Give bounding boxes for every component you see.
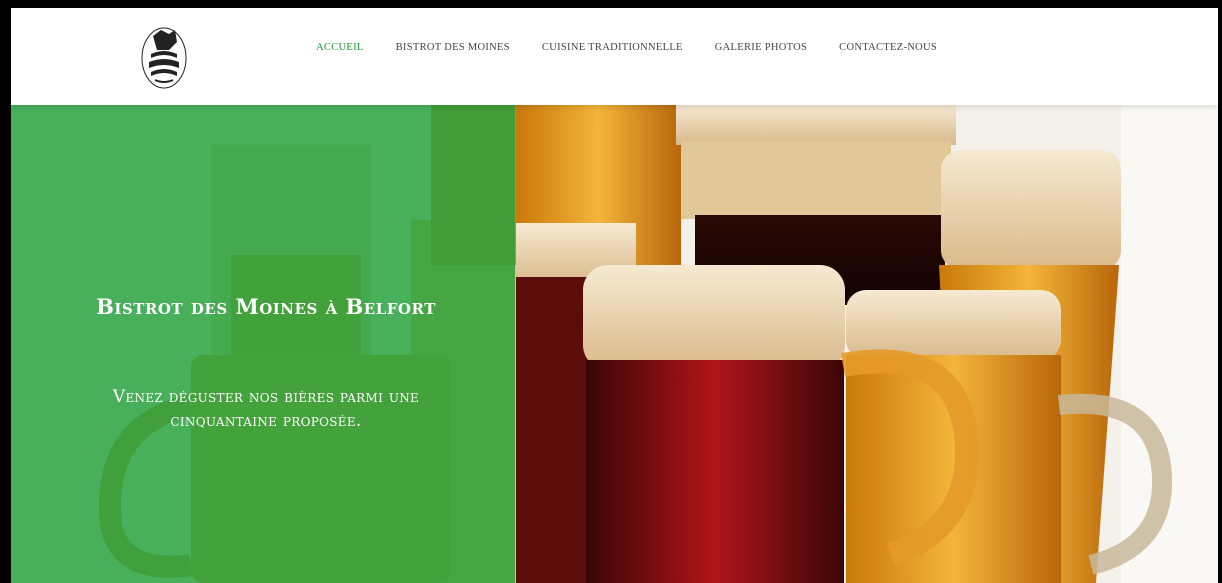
hero-title: Bistrot des Moines à Belfort [96,294,436,319]
web-page: ACCUEIL BISTROT DES MOINES CUISINE TRADI… [11,8,1218,583]
nav-item-bistrot-des-moines[interactable]: BISTROT DES MOINES [396,42,510,53]
nav-item-cuisine-traditionnelle[interactable]: CUISINE TRADITIONNELLE [542,42,683,53]
main-nav: ACCUEIL BISTROT DES MOINES CUISINE TRADI… [316,42,969,53]
screen-frame: ACCUEIL BISTROT DES MOINES CUISINE TRADI… [0,0,1222,583]
monk-bistrot-logo-icon [141,27,187,89]
hero-banner: Bistrot des Moines à Belfort Venez dégus… [11,105,1218,583]
site-logo[interactable] [139,24,189,90]
site-header: ACCUEIL BISTROT DES MOINES CUISINE TRADI… [11,8,1218,105]
nav-item-galerie-photos[interactable]: GALERIE PHOTOS [715,42,807,53]
green-overlay [11,105,515,583]
nav-item-accueil[interactable]: ACCUEIL [316,42,364,53]
nav-item-contactez-nous[interactable]: CONTACTEZ-NOUS [839,42,937,53]
hero-subtitle: Venez déguster nos bières parmi une cinq… [112,387,420,431]
